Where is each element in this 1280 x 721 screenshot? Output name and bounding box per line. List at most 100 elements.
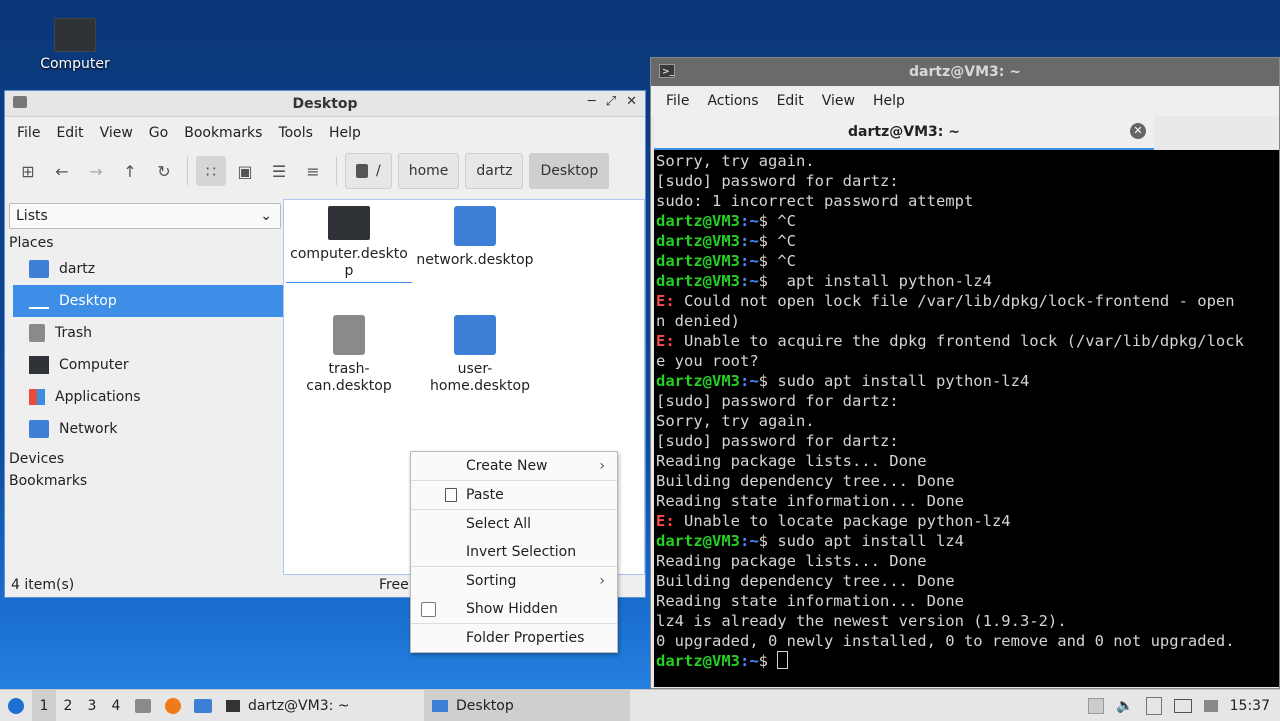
bookmarks-heading[interactable]: Bookmarks (5, 469, 285, 491)
ctx-select-all[interactable]: Select All (411, 510, 617, 538)
fm-sidebar: Lists ⌄ Places dartz Desktop Trash Compu… (5, 199, 285, 569)
terminal-line: E: Unable to acquire the dpkg frontend l… (656, 332, 1244, 350)
detail-view-icon[interactable]: ≡ (298, 156, 328, 186)
breadcrumb-home[interactable]: home (397, 153, 460, 189)
clipboard-icon[interactable] (1145, 696, 1162, 715)
file-item[interactable]: trash-can.desktop (286, 315, 412, 395)
close-tab-icon[interactable]: ✕ (1130, 123, 1146, 139)
clock[interactable]: 15:37 (1230, 698, 1270, 714)
terminal-line: dartz@VM3:~$ ^C (656, 252, 796, 270)
workspace-2[interactable]: 2 (56, 690, 80, 721)
computer-icon (328, 206, 370, 240)
ctx-invert-selection[interactable]: Invert Selection (411, 538, 617, 566)
breadcrumb-dartz[interactable]: dartz (465, 153, 524, 189)
computer-icon (29, 356, 49, 374)
term-menu-help[interactable]: Help (864, 93, 914, 109)
terminal-tab[interactable]: dartz@VM3: ~ ✕ (654, 116, 1154, 150)
sidebar-item-computer[interactable]: Computer (13, 349, 285, 381)
sidebar-mode-select[interactable]: Lists ⌄ (9, 203, 281, 229)
new-tab-icon[interactable]: ⊞ (13, 156, 43, 186)
sidebar-item-network[interactable]: Network (13, 413, 285, 445)
context-menu: Create New › Paste Select All Invert Sele… (410, 451, 618, 653)
terminal-window: >_ dartz@VM3: ~ File Actions Edit View H… (650, 57, 1280, 689)
breadcrumb-desktop[interactable]: Desktop (529, 153, 610, 189)
ctx-show-hidden[interactable]: Show Hidden (411, 595, 617, 623)
workspace-4[interactable]: 4 (104, 690, 128, 721)
minimize-icon[interactable]: ─ (588, 94, 596, 109)
terminal-line: lz4 is already the newest version (1.9.3… (656, 612, 1067, 630)
task-desktop[interactable]: Desktop (424, 690, 630, 721)
sidebar-item-trash[interactable]: Trash (13, 317, 285, 349)
paste-icon (445, 488, 457, 502)
desktop-launcher-icon[interactable] (188, 690, 218, 721)
menu-help[interactable]: Help (321, 125, 369, 141)
firefox-icon[interactable] (158, 690, 188, 721)
sidebar-item-applications[interactable]: Applications (13, 381, 285, 413)
terminal-line: dartz@VM3:~$ (654, 651, 1279, 671)
folder-icon (432, 699, 448, 712)
devices-heading[interactable]: Devices (5, 445, 285, 469)
back-icon[interactable]: ← (47, 156, 77, 186)
tray-up-icon[interactable] (1088, 697, 1105, 714)
home-folder-icon (454, 315, 496, 355)
display-icon[interactable] (1173, 698, 1192, 713)
terminal-output[interactable]: Sorry, try again. [sudo] password for dar… (654, 150, 1279, 687)
terminal-line: E: Unable to locate package python-lz4 (656, 512, 1011, 530)
terminal-line: [sudo] password for dartz: (656, 172, 899, 190)
thumbnail-view-icon[interactable]: ▣ (230, 156, 260, 186)
checkbox[interactable] (421, 602, 436, 617)
terminal-line: dartz@VM3:~$ sudo apt install python-lz4 (656, 372, 1030, 390)
term-menu-edit[interactable]: Edit (768, 93, 813, 109)
menu-bookmarks[interactable]: Bookmarks (176, 125, 270, 141)
terminal-line: dartz@VM3:~$ apt install python-lz4 (656, 272, 992, 290)
file-item[interactable]: computer.desktop (286, 206, 412, 283)
term-menu-view[interactable]: View (813, 93, 864, 109)
menu-tools[interactable]: Tools (270, 125, 321, 141)
fm-titlebar[interactable]: Desktop ─ ⤢ ✕ (5, 91, 645, 117)
breadcrumb-root[interactable]: / (345, 153, 392, 189)
file-item[interactable]: user-home.desktop (412, 315, 538, 395)
task-terminal[interactable]: dartz@VM3: ~ (218, 690, 414, 721)
ctx-sorting[interactable]: Sorting › (411, 567, 617, 595)
menu-edit[interactable]: Edit (48, 125, 91, 141)
desktop-icon (29, 293, 49, 309)
terminal-line: E: Could not open lock file /var/lib/dpk… (656, 292, 1235, 310)
system-tray: 🔈 15:37 (1088, 696, 1280, 715)
terminal-cursor (777, 651, 789, 669)
workspace-3[interactable]: 3 (80, 690, 104, 721)
forward-icon[interactable]: → (81, 156, 111, 186)
trash-icon (333, 315, 365, 355)
ctx-folder-properties[interactable]: Folder Properties (411, 624, 617, 652)
start-menu-icon[interactable] (0, 690, 32, 721)
file-item[interactable]: network.desktop (412, 206, 538, 269)
network-icon[interactable] (1203, 699, 1218, 712)
terminal-titlebar[interactable]: >_ dartz@VM3: ~ (651, 58, 1279, 86)
close-icon[interactable]: ✕ (626, 94, 637, 109)
terminal-line: n denied) (656, 312, 740, 330)
ctx-create-new[interactable]: Create New › (411, 452, 617, 480)
compact-view-icon[interactable]: ☰ (264, 156, 294, 186)
terminal-line: Reading package lists... Done (656, 552, 927, 570)
chevron-down-icon: ⌄ (260, 208, 272, 224)
workspace-1[interactable]: 1 (32, 690, 56, 721)
drive-icon (356, 164, 368, 178)
terminal-icon (226, 699, 240, 712)
maximize-icon[interactable]: ⤢ (606, 94, 616, 109)
applications-icon (29, 389, 45, 405)
up-icon[interactable]: ↑ (115, 156, 145, 186)
reload-icon[interactable]: ↻ (149, 156, 179, 186)
desktop-computer-icon[interactable]: Computer (30, 18, 120, 72)
volume-icon[interactable]: 🔈 (1116, 698, 1133, 714)
sidebar-item-desktop[interactable]: Desktop (13, 285, 285, 317)
term-menu-file[interactable]: File (657, 93, 698, 109)
menu-file[interactable]: File (9, 125, 48, 141)
icon-view-icon[interactable]: ∷ (196, 156, 226, 186)
ctx-paste[interactable]: Paste (411, 481, 617, 509)
terminal-line: [sudo] password for dartz: (656, 432, 899, 450)
menu-view[interactable]: View (92, 125, 141, 141)
term-menu-actions[interactable]: Actions (698, 93, 767, 109)
file-manager-launcher-icon[interactable] (128, 690, 158, 721)
item-count: 4 item(s) (11, 577, 75, 593)
sidebar-item-dartz[interactable]: dartz (13, 253, 285, 285)
menu-go[interactable]: Go (141, 125, 176, 141)
